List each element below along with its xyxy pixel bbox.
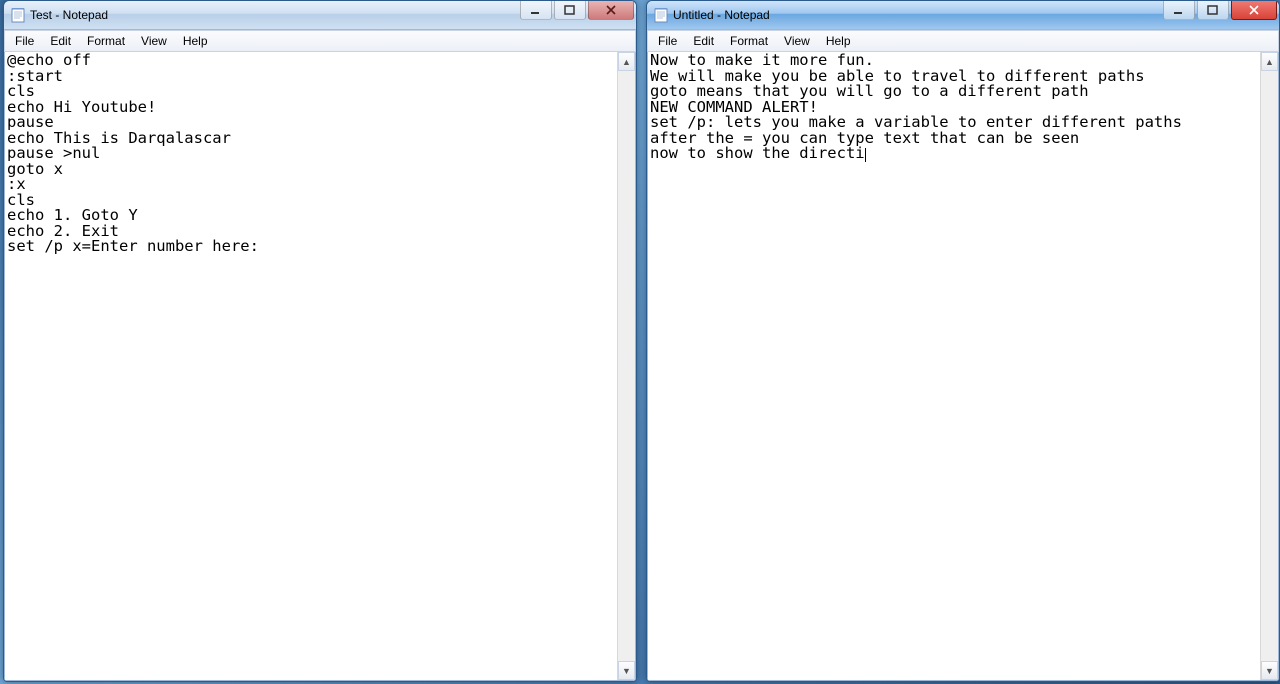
menu-file[interactable]: File — [7, 32, 42, 50]
maximize-icon — [564, 5, 576, 15]
window-title: Untitled - Notepad — [673, 8, 770, 22]
titlebar[interactable]: Untitled - Notepad — [647, 1, 1279, 29]
minimize-icon — [1173, 5, 1185, 15]
close-button[interactable] — [588, 1, 634, 20]
notepad-icon — [653, 7, 669, 23]
window-title: Test - Notepad — [30, 8, 108, 22]
window-buttons — [520, 1, 634, 29]
menu-edit[interactable]: Edit — [42, 32, 79, 50]
scroll-up-button[interactable]: ▲ — [1261, 52, 1278, 71]
text-editor[interactable]: @echo off :start cls echo Hi Youtube! pa… — [5, 52, 617, 680]
window-buttons — [1163, 1, 1277, 29]
close-button[interactable] — [1231, 1, 1277, 20]
scroll-down-button[interactable]: ▼ — [1261, 661, 1278, 680]
text-cursor — [865, 148, 866, 162]
maximize-button[interactable] — [1197, 1, 1229, 20]
scroll-track[interactable] — [618, 71, 635, 661]
scroll-down-button[interactable]: ▼ — [618, 661, 635, 680]
menubar: File Edit Format View Help — [647, 30, 1279, 52]
close-icon — [1248, 5, 1260, 15]
minimize-button[interactable] — [520, 1, 552, 20]
close-icon — [605, 5, 617, 15]
menu-help[interactable]: Help — [818, 32, 859, 50]
maximize-button[interactable] — [554, 1, 586, 20]
minimize-button[interactable] — [1163, 1, 1195, 20]
scroll-track[interactable] — [1261, 71, 1278, 661]
notepad-window-untitled[interactable]: Untitled - Notepad File Edit Format View — [646, 0, 1280, 682]
menu-help[interactable]: Help — [175, 32, 216, 50]
notepad-window-test[interactable]: Test - Notepad File Edit Format View — [3, 0, 637, 682]
menu-file[interactable]: File — [650, 32, 685, 50]
maximize-icon — [1207, 5, 1219, 15]
menu-view[interactable]: View — [776, 32, 818, 50]
titlebar[interactable]: Test - Notepad — [4, 1, 636, 29]
text-editor[interactable]: Now to make it more fun. We will make yo… — [648, 52, 1260, 680]
menu-format[interactable]: Format — [79, 32, 133, 50]
vertical-scrollbar[interactable]: ▲ ▼ — [1260, 52, 1278, 680]
menu-view[interactable]: View — [133, 32, 175, 50]
notepad-icon — [10, 7, 26, 23]
minimize-icon — [530, 5, 542, 15]
menu-format[interactable]: Format — [722, 32, 776, 50]
vertical-scrollbar[interactable]: ▲ ▼ — [617, 52, 635, 680]
scroll-up-button[interactable]: ▲ — [618, 52, 635, 71]
desktop: Test - Notepad File Edit Format View — [0, 0, 1280, 684]
menu-edit[interactable]: Edit — [685, 32, 722, 50]
menubar: File Edit Format View Help — [4, 30, 636, 52]
